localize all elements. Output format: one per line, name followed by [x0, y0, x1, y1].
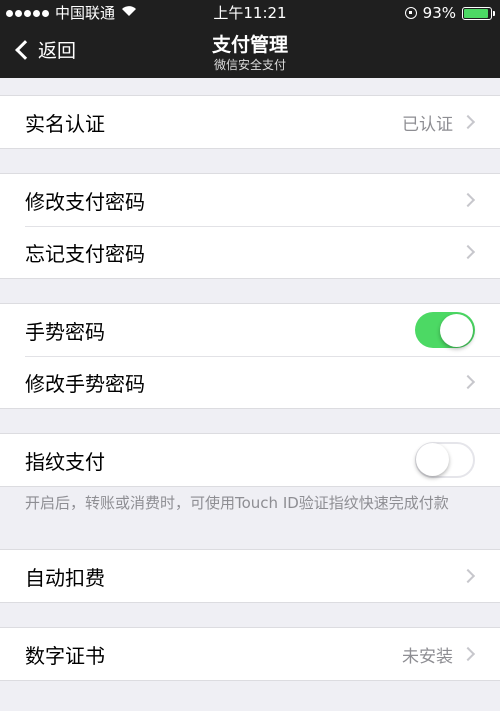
chevron-right-icon — [460, 568, 476, 584]
row-label: 修改支付密码 — [25, 189, 145, 214]
group-fingerprint: 指纹支付 — [0, 433, 500, 487]
row-label: 修改手势密码 — [25, 371, 145, 396]
settings-list: 实名认证 已认证 修改支付密码 忘记支付密码 手势密码 修改手势密码 指纹支付 … — [0, 78, 500, 681]
chevron-right-icon — [460, 374, 476, 390]
row-forgot-pay-password[interactable]: 忘记支付密码 — [0, 226, 500, 278]
row-detail: 已认证 — [402, 114, 453, 135]
chevron-right-icon — [460, 192, 476, 208]
group-verification: 实名认证 已认证 — [0, 95, 500, 149]
orientation-lock-icon — [404, 7, 417, 19]
gesture-password-toggle[interactable] — [415, 312, 475, 348]
chevron-right-icon — [460, 114, 476, 130]
group-certificate: 数字证书 未安装 — [0, 627, 500, 681]
row-change-pay-password[interactable]: 修改支付密码 — [0, 174, 500, 226]
fingerprint-pay-toggle[interactable] — [415, 442, 475, 478]
row-gesture-password: 手势密码 — [0, 304, 500, 356]
battery-percent: 93% — [422, 4, 456, 22]
row-label: 实名认证 — [25, 111, 105, 136]
navigation-bar: 返回 支付管理 微信安全支付 — [0, 26, 500, 78]
fingerprint-note: 开启后，转账或消费时，可使用Touch ID验证指纹快速完成付款 — [25, 494, 449, 512]
toggle-knob — [440, 313, 473, 347]
page-title: 支付管理 — [211, 34, 288, 56]
toggle-knob — [416, 443, 449, 476]
row-label: 数字证书 — [25, 643, 105, 668]
row-fingerprint-pay: 指纹支付 — [0, 434, 500, 486]
row-label: 忘记支付密码 — [25, 241, 145, 266]
row-auto-deduct[interactable]: 自动扣费 — [0, 550, 500, 602]
chevron-right-icon — [460, 244, 476, 260]
group-auto-deduct: 自动扣费 — [0, 549, 500, 603]
row-label: 手势密码 — [25, 319, 105, 344]
chevron-right-icon — [460, 646, 476, 662]
row-change-gesture-password[interactable]: 修改手势密码 — [0, 356, 500, 408]
status-bar: 中国联通 上午11:21 93% — [0, 0, 500, 26]
header: 中国联通 上午11:21 93% 返回 支付管理 微信安全支付 — [0, 0, 500, 78]
group-gesture: 手势密码 修改手势密码 — [0, 303, 500, 409]
row-real-name-verification[interactable]: 实名认证 已认证 — [0, 96, 500, 148]
row-digital-certificate[interactable]: 数字证书 未安装 — [0, 628, 500, 680]
row-label: 指纹支付 — [25, 449, 105, 474]
row-label: 自动扣费 — [25, 565, 105, 590]
status-right: 93% — [404, 0, 495, 26]
row-detail: 未安装 — [402, 646, 453, 667]
battery-icon — [462, 6, 495, 20]
group-password: 修改支付密码 忘记支付密码 — [0, 173, 500, 279]
page-subtitle: 微信安全支付 — [213, 58, 286, 72]
